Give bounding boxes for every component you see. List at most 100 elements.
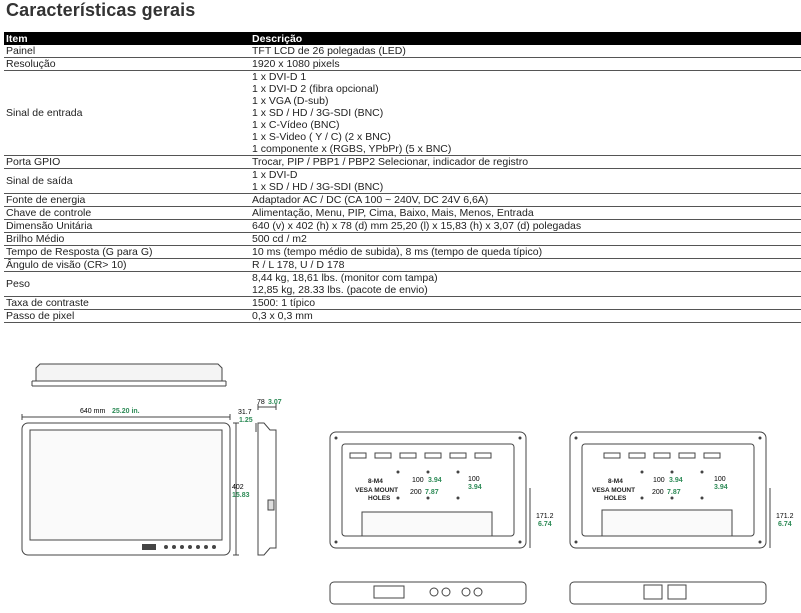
spec-description: 0,3 x 0,3 mm bbox=[250, 309, 801, 323]
header-description: Descrição bbox=[250, 32, 801, 45]
rear-left-v100-in: 3.94 bbox=[468, 484, 482, 491]
spec-item-label: Ângulo de visão (CR> 10) bbox=[4, 258, 250, 272]
spec-item-label: Taxa de contraste bbox=[4, 296, 250, 310]
side-view-drawing bbox=[255, 404, 277, 556]
spec-description-line: 0,3 x 0,3 mm bbox=[252, 310, 313, 322]
front-width-mm: 640 mm bbox=[80, 408, 105, 415]
spec-description: 10 ms (tempo médio de subida), 8 ms (tem… bbox=[250, 245, 801, 259]
rear-left-side-mm: 171.2 bbox=[536, 513, 554, 520]
spec-item-label: Porta GPIO bbox=[4, 155, 250, 169]
spec-row: Dimensão Unitária 640 (v) x 402 (h) x 78 … bbox=[4, 219, 801, 233]
spec-item-label: Brilho Médio bbox=[4, 232, 250, 246]
rear-right-vesa-label-2: VESA MOUNT bbox=[592, 487, 635, 494]
spec-description: 1920 x 1080 pixels bbox=[250, 57, 801, 71]
spec-description: 1500: 1 típico bbox=[250, 296, 801, 310]
rear-left-vesa-label-2: VESA MOUNT bbox=[355, 487, 398, 494]
front-view-drawing bbox=[21, 414, 239, 556]
rear-right-v100-mm: 100 bbox=[714, 476, 726, 483]
spec-item-label: Fonte de energia bbox=[4, 193, 250, 207]
spec-description: Adaptador AC / DC (CA 100 ~ 240V, DC 24V… bbox=[250, 193, 801, 207]
spec-description: 640 (v) x 402 (h) x 78 (d) mm 25,20 (l) … bbox=[250, 219, 801, 233]
spec-item-label: Tempo de Resposta (G para G) bbox=[4, 245, 250, 259]
spec-description: Alimentação, Menu, PIP, Cima, Baixo, Mai… bbox=[250, 206, 801, 220]
header-item: Item bbox=[4, 32, 250, 45]
spec-description-line: 1 x C-Vídeo (BNC) bbox=[252, 119, 340, 131]
rear-left-h100-in: 3.94 bbox=[428, 477, 442, 484]
spec-description-line: 1920 x 1080 pixels bbox=[252, 58, 340, 70]
side-depth-mm: 78 bbox=[257, 399, 265, 406]
spec-item-label: Painel bbox=[4, 45, 250, 58]
rear-right-side-mm: 171.2 bbox=[776, 513, 794, 520]
spec-row: Tempo de Resposta (G para G) 10 ms (tempo… bbox=[4, 245, 801, 259]
spec-description-line: TFT LCD de 26 polegadas (LED) bbox=[252, 45, 406, 57]
spec-description-line: 1 x SD / HD / 3G-SDI (BNC) bbox=[252, 181, 384, 193]
spec-table: Item Descrição Painel TFT LCD de 26 poleg… bbox=[4, 32, 801, 323]
spec-item-label: Resolução bbox=[4, 57, 250, 71]
rear-right-h200-mm: 200 bbox=[652, 489, 664, 496]
spec-row: Passo de pixel 0,3 x 0,3 mm bbox=[4, 309, 801, 323]
front-side-mm: 31.7 bbox=[238, 409, 252, 416]
spec-row: Brilho Médio 500 cd / m2 bbox=[4, 232, 801, 246]
spec-description-line: R / L 178, U / D 178 bbox=[252, 259, 345, 271]
spec-row: Sinal de saída 1 x DVI-D 1 x SD / HD / 3G-… bbox=[4, 168, 801, 194]
top-view-drawing bbox=[31, 363, 227, 387]
rear-right-h200-in: 7.87 bbox=[667, 489, 681, 496]
rear-left-vesa-label: 8-M4 bbox=[368, 478, 383, 485]
spec-table-body: Painel TFT LCD de 26 polegadas (LED) Resol… bbox=[4, 45, 801, 323]
spec-row: Ângulo de visão (CR> 10) R / L 178, U / D… bbox=[4, 258, 801, 272]
spec-description: R / L 178, U / D 178 bbox=[250, 258, 801, 272]
spec-description: 1 x DVI-D 11 x DVI-D 2 (fibra opcional) 1… bbox=[250, 70, 801, 156]
spec-description-line: 1500: 1 típico bbox=[252, 297, 316, 309]
rear-left-h100-mm: 100 bbox=[412, 477, 424, 484]
rear-right-vesa-label-3: HOLES bbox=[604, 495, 627, 502]
rear-right-vesa-label: 8-M4 bbox=[608, 478, 623, 485]
spec-table-header: Item Descrição bbox=[4, 32, 801, 45]
technical-drawings: 640 mm 25.20 in. 31.7 1.25 402 15.83 78 … bbox=[21, 363, 794, 605]
spec-row: Fonte de energia Adaptador AC / DC (CA 10… bbox=[4, 193, 801, 207]
bottom-view-small-drawing bbox=[569, 581, 767, 605]
side-depth-in: 3.07 bbox=[268, 399, 282, 406]
spec-description: Trocar, PIP / PBP1 / PBP2 Selecionar, in… bbox=[250, 155, 801, 169]
spec-description-line: 1 x VGA (D-sub) bbox=[252, 95, 329, 107]
spec-description: 500 cd / m2 bbox=[250, 232, 801, 246]
spec-description-line: 1 x DVI-D bbox=[252, 169, 298, 181]
spec-description-line: 1 x DVI-D 2 (fibra opcional) bbox=[252, 83, 379, 95]
front-height-mm: 402 bbox=[232, 484, 244, 491]
spec-description-line: Trocar, PIP / PBP1 / PBP2 Selecionar, in… bbox=[252, 156, 529, 168]
spec-row: Taxa de contraste 1500: 1 típico bbox=[4, 296, 801, 310]
spec-description-line: 640 (v) x 402 (h) x 78 (d) mm 25,20 (l) … bbox=[252, 220, 582, 232]
rear-right-h100-in: 3.94 bbox=[669, 477, 683, 484]
spec-item-label: Chave de controle bbox=[4, 206, 250, 220]
spec-item-label: Sinal de entrada bbox=[4, 70, 250, 156]
spec-description-line: 1 x S-Video ( Y / C) (2 x BNC) bbox=[252, 131, 391, 143]
spec-row: Resolução 1920 x 1080 pixels bbox=[4, 57, 801, 71]
spec-item-label: Dimensão Unitária bbox=[4, 219, 250, 233]
spec-description-line: 1 x DVI-D 1 bbox=[252, 71, 307, 83]
spec-row: Porta GPIO Trocar, PIP / PBP1 / PBP2 Sele… bbox=[4, 155, 801, 169]
rear-left-h200-in: 7.87 bbox=[425, 489, 439, 496]
rear-left-side-in: 6.74 bbox=[538, 521, 552, 528]
rear-right-v100-in: 3.94 bbox=[714, 484, 728, 491]
rear-left-vesa-label-3: HOLES bbox=[368, 495, 391, 502]
spec-row: Sinal de entrada 1 x DVI-D 11 x DVI-D 2 (… bbox=[4, 70, 801, 156]
spec-description-line: 10 ms (tempo médio de subida), 8 ms (tem… bbox=[252, 246, 543, 258]
spec-description: 8,44 kg, 18,61 lbs. (monitor com tampa) 1… bbox=[250, 271, 801, 297]
spec-description-line: 8,44 kg, 18,61 lbs. (monitor com tampa) bbox=[252, 272, 438, 284]
spec-row: Painel TFT LCD de 26 polegadas (LED) bbox=[4, 45, 801, 58]
spec-row: Peso 8,44 kg, 18,61 lbs. (monitor com tam… bbox=[4, 271, 801, 297]
rear-left-v100-mm: 100 bbox=[468, 476, 480, 483]
front-width-in: 25.20 in. bbox=[112, 408, 140, 415]
rear-right-h100-mm: 100 bbox=[653, 477, 665, 484]
spec-item-label: Peso bbox=[4, 271, 250, 297]
front-height-in: 15.83 bbox=[232, 492, 250, 499]
spec-description: TFT LCD de 26 polegadas (LED) bbox=[250, 45, 801, 58]
spec-row: Chave de controle Alimentação, Menu, PIP,… bbox=[4, 206, 801, 220]
page-title: Características gerais bbox=[6, 0, 196, 20]
rear-left-h200-mm: 200 bbox=[410, 489, 422, 496]
rear-right-side-in: 6.74 bbox=[778, 521, 792, 528]
spec-description-line: 12,85 kg, 28.33 lbs. (pacote de envio) bbox=[252, 284, 428, 296]
front-side-in: 1.25 bbox=[239, 417, 253, 424]
spec-description-line: 1 componente x (RGBS, YPbPr) (5 x BNC) bbox=[252, 143, 452, 155]
spec-description: 1 x DVI-D 1 x SD / HD / 3G-SDI (BNC) bbox=[250, 168, 801, 194]
spec-description-line: Adaptador AC / DC (CA 100 ~ 240V, DC 24V… bbox=[252, 194, 489, 206]
